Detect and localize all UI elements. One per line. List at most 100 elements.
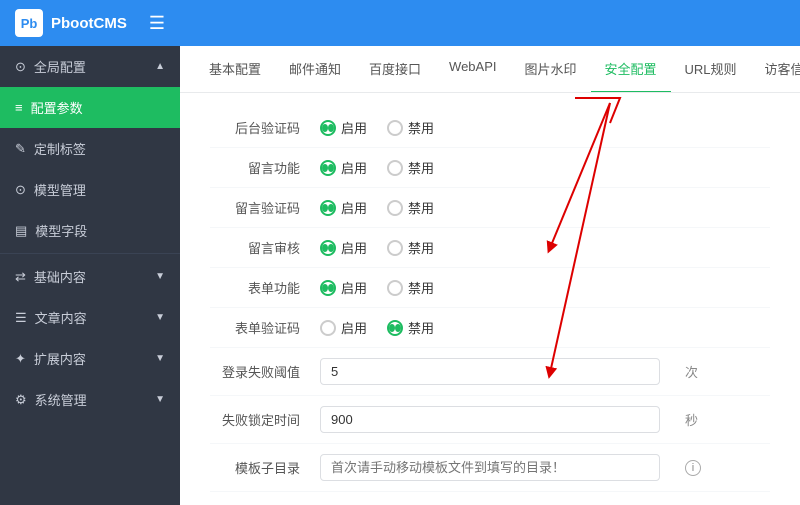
fields-icon: ▤ [15,223,27,239]
input-template-subdir[interactable] [320,454,660,481]
sidebar-label-system-mgmt: 系统管理 [35,390,87,409]
radio-circle-ca-enable [320,240,336,256]
radio-form-captcha-disable[interactable]: 禁用 [387,318,434,337]
radio-circle-ff-enable [320,280,336,296]
input-login-fail[interactable] [320,358,660,385]
sidebar: ⊙ 全局配置 ▲ ≡ 配置参数 ✎ 定制标签 ⊙ 模型管理 ▤ 模型字段 ⇄ 基… [0,46,180,505]
sidebar-label-global-config: 全局配置 [34,57,86,76]
radio-circle-cc-disable [387,200,403,216]
radio-backend-captcha-disable[interactable]: 禁用 [387,118,434,137]
divider-1 [0,253,180,254]
arrow-down-icon-3: ▼ [155,353,165,364]
main-content: 基本配置 邮件通知 百度接口 WebAPI 图片水印 安全配置 URL规则 访客… [180,46,800,505]
radio-comment-captcha-enable[interactable]: 启用 [320,198,367,217]
arrow-down-icon: ▼ [155,271,165,282]
header: Pb PbootCMS ☰ [0,0,800,46]
controls-comment-captcha: 启用 禁用 [320,198,434,217]
sidebar-item-basic-content[interactable]: ⇄ 基础内容 ▼ [0,256,180,297]
label-comment-func: 留言功能 [210,158,300,177]
tab-watermark[interactable]: 图片水印 [511,46,591,93]
radio-circle-cf-enable [320,160,336,176]
arrow-down-icon-4: ▼ [155,394,165,405]
radio-comment-func-enable[interactable]: 启用 [320,158,367,177]
input-lock-time[interactable] [320,406,660,433]
radio-label-disable: 禁用 [408,118,434,137]
sidebar-item-article-content[interactable]: ☰ 文章内容 ▼ [0,297,180,338]
sidebar-label-extend-content: 扩展内容 [34,349,86,368]
arrow-icon: ▲ [155,61,165,72]
controls-lock-time: 秒 [320,406,698,433]
label-template-subdir: 模板子目录 [210,458,300,477]
article-icon: ☰ [15,310,27,326]
sidebar-item-template-mgmt[interactable]: ⊙ 模型管理 [0,169,180,210]
label-login-fail: 登录失败阈值 [210,362,300,381]
tab-email[interactable]: 邮件通知 [275,46,355,93]
form-row-backend-captcha: 后台验证码 启用 禁用 [210,108,770,148]
system-icon: ⚙ [15,392,27,408]
tab-baidu[interactable]: 百度接口 [355,46,435,93]
radio-circle-fce-disable [387,320,403,336]
menu-toggle-icon[interactable]: ☰ [149,13,165,34]
radio-label-enable: 启用 [341,118,367,137]
sidebar-item-custom-tags[interactable]: ✎ 定制标签 [0,128,180,169]
sidebar-item-extend-content[interactable]: ✦ 扩展内容 ▼ [0,338,180,379]
controls-form-func: 启用 禁用 [320,278,434,297]
sidebar-item-system-mgmt[interactable]: ⚙ 系统管理 ▼ [0,379,180,420]
controls-template-subdir: i [320,454,701,481]
radio-form-func-disable[interactable]: 禁用 [387,278,434,297]
sidebar-item-global-config[interactable]: ⊙ 全局配置 ▲ [0,46,180,87]
tag-icon: ✎ [15,141,26,157]
sidebar-label-template-mgmt: 模型管理 [34,180,86,199]
label-comment-captcha: 留言验证码 [210,198,300,217]
controls-backend-captcha: 启用 禁用 [320,118,434,137]
sidebar-label-basic-content: 基础内容 [34,267,86,286]
layout: ⊙ 全局配置 ▲ ≡ 配置参数 ✎ 定制标签 ⊙ 模型管理 ▤ 模型字段 ⇄ 基… [0,46,800,505]
label-form-captcha: 表单验证码 [210,318,300,337]
tab-visitor[interactable]: 访客信息 [751,46,800,93]
radio-circle-cf-disable [387,160,403,176]
tab-basic[interactable]: 基本配置 [195,46,275,93]
form-area: 后台验证码 启用 禁用 留言功能 [180,93,800,505]
form-row-template-subdir: 模板子目录 i [210,444,770,492]
tab-url[interactable]: URL规则 [671,46,751,93]
form-row-lock-time: 失败锁定时间 秒 [210,396,770,444]
form-row-login-fail: 登录失败阈值 次 [210,348,770,396]
radio-form-captcha-enable[interactable]: 启用 [320,318,367,337]
sidebar-label-article-content: 文章内容 [35,308,87,327]
radio-comment-audit-enable[interactable]: 启用 [320,238,367,257]
radio-form-func-enable[interactable]: 启用 [320,278,367,297]
form-row-form-func: 表单功能 启用 禁用 [210,268,770,308]
tab-security[interactable]: 安全配置 [591,46,671,93]
sidebar-label-custom-tags: 定制标签 [34,139,86,158]
radio-comment-captcha-disable[interactable]: 禁用 [387,198,434,217]
controls-comment-audit: 启用 禁用 [320,238,434,257]
logo: Pb PbootCMS [15,9,127,37]
sidebar-label-model-fields: 模型字段 [35,221,87,240]
form-row-form-captcha: 表单验证码 启用 禁用 [210,308,770,348]
radio-comment-audit-disable[interactable]: 禁用 [387,238,434,257]
label-form-func: 表单功能 [210,278,300,297]
radio-comment-func-disable[interactable]: 禁用 [387,158,434,177]
extend-icon: ✦ [15,351,26,367]
arrow-down-icon-2: ▼ [155,312,165,323]
label-backend-captcha: 后台验证码 [210,118,300,137]
radio-circle-disable [387,120,403,136]
info-icon[interactable]: i [685,460,701,476]
list-icon: ≡ [15,100,23,115]
form-row-comment-audit: 留言审核 启用 禁用 [210,228,770,268]
sidebar-label-config-params: 配置参数 [31,98,83,117]
tabs-bar: 基本配置 邮件通知 百度接口 WebAPI 图片水印 安全配置 URL规则 访客… [180,46,800,93]
radio-circle-enable [320,120,336,136]
radio-circle-fce-enable [320,320,336,336]
basic-icon: ⇄ [15,269,26,285]
tab-webapi[interactable]: WebAPI [435,46,510,93]
sidebar-item-model-fields[interactable]: ▤ 模型字段 [0,210,180,251]
radio-backend-captcha-enable[interactable]: 启用 [320,118,367,137]
logo-icon: Pb [15,9,43,37]
unit-lock-time: 秒 [685,410,698,429]
sidebar-item-config-params[interactable]: ≡ 配置参数 [0,87,180,128]
radio-circle-ff-disable [387,280,403,296]
controls-form-captcha: 启用 禁用 [320,318,434,337]
label-comment-audit: 留言审核 [210,238,300,257]
radio-circle-cc-enable [320,200,336,216]
